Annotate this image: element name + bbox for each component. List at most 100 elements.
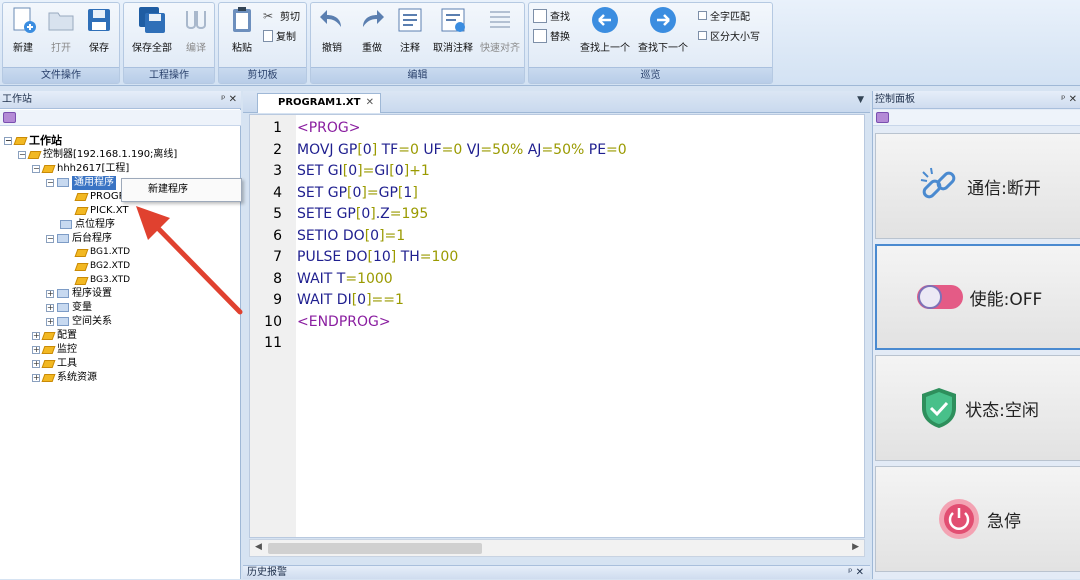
broken-link-icon [920,167,956,199]
tag-icon [41,164,56,173]
code-editor[interactable]: 1 <PROG> 2 MOVJ GP[0] TF=0 UF=0 VJ=50% AJ=5… [249,114,865,538]
code-line[interactable]: 7 PULSE DO[10] TH=100 [250,247,850,269]
code-line[interactable]: 11 [250,333,850,355]
find-prev-button[interactable]: 查找上一个 [577,5,633,54]
panel-pin-close[interactable]: ᵖ ✕ [848,566,864,580]
collapse-icon[interactable]: − [32,164,40,173]
panel-pin-close[interactable]: ᵖ ✕ [221,91,237,108]
status-button[interactable]: 状态:空闲 [875,355,1080,461]
communication-button[interactable]: 通信:断开 [875,133,1080,239]
scroll-left-icon[interactable]: ◀ [255,542,262,552]
tree-file-pick[interactable]: PICK.XT [74,204,128,218]
tree-background-programs[interactable]: − 后台程序 [46,232,112,246]
tree-monitor[interactable]: + 监控 [32,343,77,357]
replace-button[interactable]: 替换 [533,28,570,43]
collapse-icon[interactable]: − [18,150,26,159]
tree-program-settings[interactable]: + 程序设置 [46,287,112,301]
expand-icon[interactable]: + [32,373,40,382]
code-token: SETIO DO [297,227,365,244]
uncomment-button[interactable]: 取消注释 [429,5,477,54]
panel-pin-close[interactable]: ᵖ ✕ [1061,91,1077,108]
code-text: PULSE DO[10] TH=100 [297,247,458,269]
context-menu-new-program[interactable]: 新建程序 [121,178,242,202]
checkbox-icon [698,11,707,20]
copy-button[interactable]: 复制 [263,28,296,43]
code-line[interactable]: 6 SETIO DO[0]=1 [250,226,850,248]
code-line[interactable]: 10 <ENDPROG> [250,312,850,334]
tree-project[interactable]: − hhh2617[工程] [32,162,129,176]
toolbar-icon[interactable] [3,112,16,123]
copy-icon [263,29,273,42]
toolbar-icon[interactable] [876,112,889,123]
folder-icon [57,317,69,327]
tree-file-bg1[interactable]: BG1.XTD [74,246,130,260]
quick-align-button[interactable]: 快速对齐 [477,5,523,54]
code-line[interactable]: 4 SET GP[0]=GP[1] [250,183,850,205]
folder-icon [57,303,69,313]
tree-file-bg3[interactable]: BG3.XTD [74,274,130,288]
folder-icon [57,289,69,299]
save-button[interactable]: 保存 [83,5,115,54]
code-line[interactable]: 2 MOVJ GP[0] TF=0 UF=0 VJ=50% AJ=50% PE=0 [250,140,850,162]
tree-controller[interactable]: − 控制器[192.168.1.190;离线] [18,148,177,162]
close-icon[interactable]: ✕ [366,94,374,112]
tab-program1[interactable]: PROGRAM1.XT ✕ [257,93,381,113]
expand-icon[interactable]: + [46,317,54,326]
tree-tools[interactable]: + 工具 [32,357,77,371]
match-case-checkbox[interactable]: 区分大小写 [698,28,760,43]
expand-icon[interactable]: + [46,289,54,298]
scroll-thumb[interactable] [268,543,482,554]
tree-system-resources[interactable]: + 系统资源 [32,371,97,385]
folder-icon [60,220,72,230]
tab-list-dropdown-icon[interactable]: ▼ [857,95,864,105]
code-line[interactable]: 5 SETE GP[0].Z=195 [250,204,850,226]
code-token: =50% [541,141,585,158]
tree-spatial[interactable]: + 空间关系 [46,315,112,329]
expand-icon[interactable]: + [32,345,40,354]
tree-point-programs[interactable]: 点位程序 [60,218,115,232]
undo-button[interactable]: 撤销 [315,5,349,54]
expand-icon[interactable]: + [32,359,40,368]
redo-button[interactable]: 重做 [355,5,389,54]
horizontal-scrollbar[interactable]: ◀ ▶ [249,539,865,557]
code-line[interactable]: 8 WAIT T=1000 [250,269,850,291]
new-button[interactable]: 新建 [7,5,39,54]
expand-icon[interactable]: + [32,331,40,340]
code-line[interactable]: 3 SET GI[0]=GI[0]+1 [250,161,850,183]
save-disk-icon [88,9,110,31]
cut-button[interactable]: ✂ 剪切 [263,8,300,24]
code-line[interactable]: 1 <PROG> [250,118,850,140]
code-line[interactable]: 9 WAIT DI[0]==1 [250,290,850,312]
undo-icon [320,10,341,27]
tree-file-bg2[interactable]: BG2.XTD [74,260,130,274]
tree-config[interactable]: + 配置 [32,329,77,343]
find-button[interactable]: 查找 [533,8,570,23]
tree-variables[interactable]: + 变量 [46,301,92,315]
find-next-button[interactable]: 查找下一个 [635,5,691,54]
tree-root[interactable]: − 工作站 [4,134,62,148]
line-number: 2 [273,141,282,158]
comment-button[interactable]: 注释 [393,5,427,54]
control-panel: 控制面板 ᵖ ✕ 通信:断开 使能:OFF 状态:空闲 急停 [872,91,1080,579]
open-button[interactable]: 打开 [45,5,77,54]
line-number: 10 [264,313,282,330]
tag-icon [74,192,89,201]
tag-icon [74,206,89,215]
replace-icon [533,28,547,43]
tree-file-program1[interactable]: PROGR [74,190,126,204]
tree-general-programs[interactable]: − 通用程序 [46,176,116,190]
expand-icon[interactable]: + [46,303,54,312]
control-panel-header: 控制面板 ᵖ ✕ [873,91,1080,109]
compile-button[interactable]: 编译 [180,5,212,54]
paste-button[interactable]: 粘贴 [223,5,261,54]
collapse-icon[interactable]: − [46,178,54,187]
line-number: 11 [264,335,282,351]
save-all-button[interactable]: 保存全部 [128,5,176,54]
collapse-icon[interactable]: − [46,234,54,243]
scissors-icon: ✂ [263,8,274,23]
enable-toggle-button[interactable]: 使能:OFF [875,244,1080,350]
emergency-stop-button[interactable]: 急停 [875,466,1080,572]
collapse-icon[interactable]: − [4,136,12,145]
scroll-right-icon[interactable]: ▶ [852,542,859,552]
whole-word-checkbox[interactable]: 全字匹配 [698,8,750,23]
